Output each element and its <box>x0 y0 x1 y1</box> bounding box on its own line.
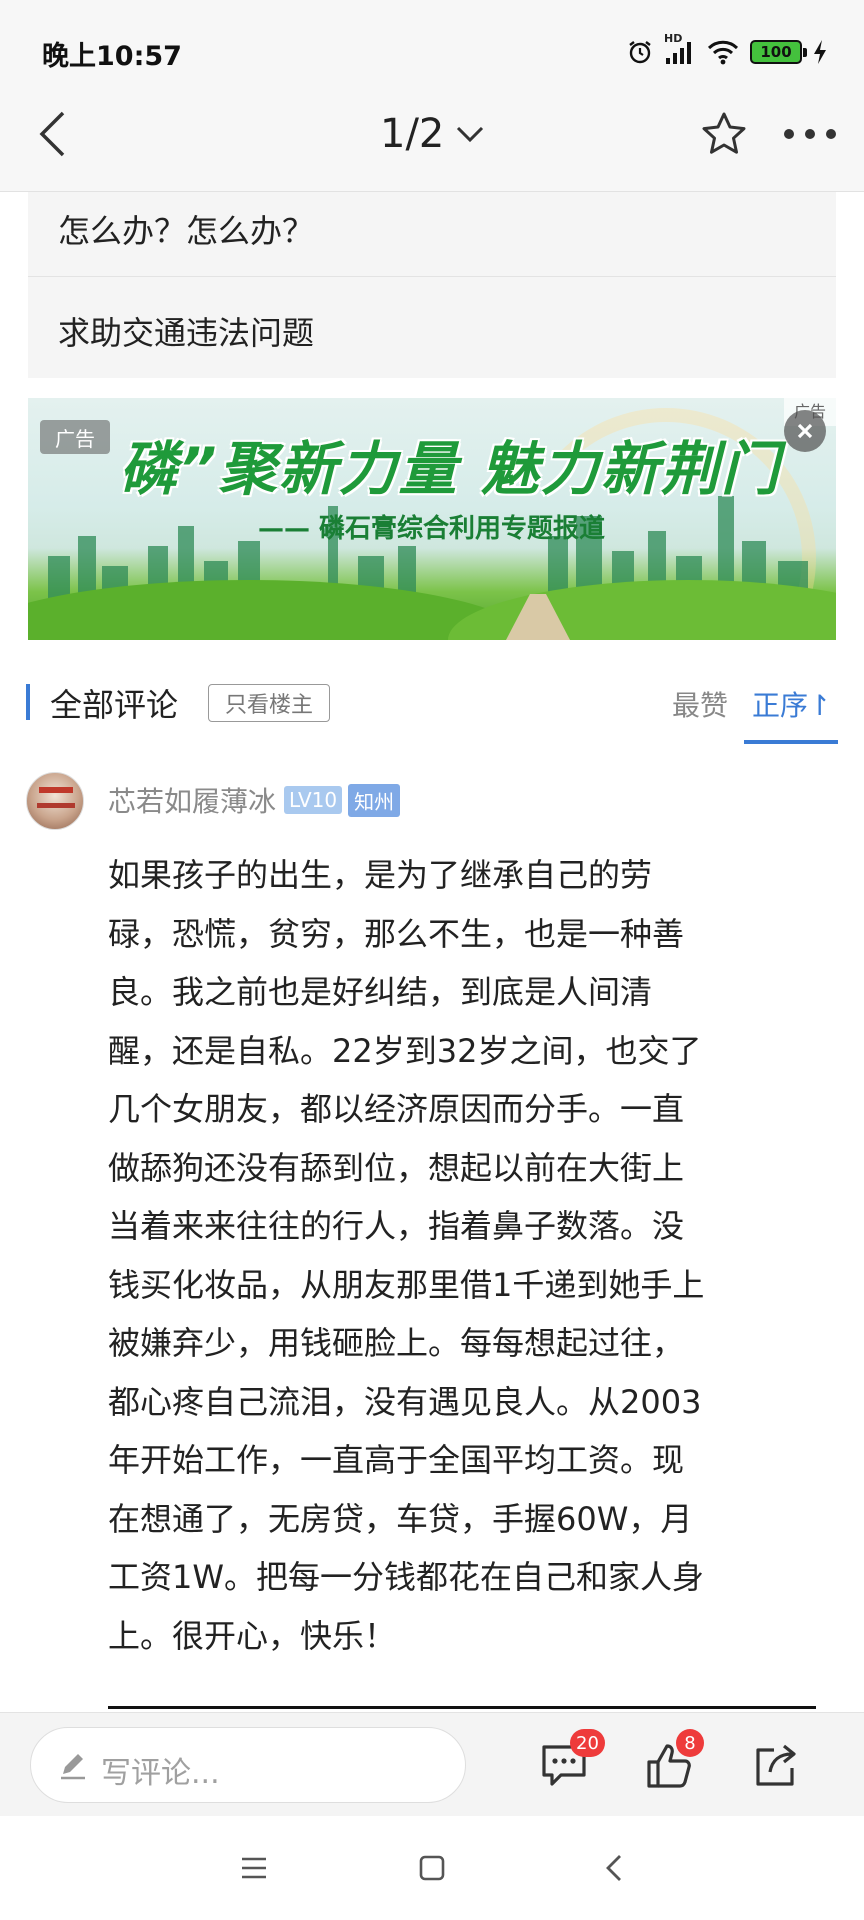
page-indicator-text: 1/2 <box>380 111 445 157</box>
comments-header: 全部评论 只看楼主 最赞 正序↾ <box>0 660 864 744</box>
close-icon <box>797 423 813 439</box>
top-nav: 1/2 <box>0 76 864 192</box>
status-time: 晚上10:57 <box>42 41 182 72</box>
signal-icon: HD <box>664 32 696 66</box>
page-indicator-dropdown[interactable]: 1/2 <box>380 106 484 162</box>
section-accent-bar <box>26 684 30 720</box>
level-badge: LV10 <box>284 786 343 814</box>
owner-only-button[interactable]: 只看楼主 <box>208 684 330 722</box>
comments-title: 全部评论 <box>50 686 179 724</box>
more-dots-icon <box>784 129 836 139</box>
chevron-left-icon <box>39 111 65 157</box>
home-button[interactable] <box>412 1848 452 1888</box>
bottom-action-bar: 写评论... 20 8 <box>0 1712 864 1816</box>
location-badge: 知州 <box>348 783 401 817</box>
comment-meta: 芯若如履薄冰 LV10 知州 <box>108 780 401 820</box>
comment-count-badge: 20 <box>570 1729 605 1757</box>
network-label: HD <box>664 32 683 45</box>
status-icons: HD 100 <box>626 32 828 70</box>
alarm-icon <box>626 38 654 66</box>
related-posts: 怎么办？怎么办？ 求助交通违法问题 <box>28 192 836 378</box>
back-arrow-icon <box>606 1855 621 1881</box>
battery-level: 100 <box>760 43 792 61</box>
divider <box>28 276 836 277</box>
ad-close-button[interactable] <box>784 410 826 452</box>
share-icon <box>756 1744 796 1786</box>
ad-banner[interactable]: 磷”聚新力量 魅力新荆门 —— 磷石膏综合利用专题报道 广告 广告 <box>28 398 836 640</box>
ad-subline: —— 磷石膏综合利用专题报道 <box>258 514 606 544</box>
menu-button[interactable] <box>234 1848 274 1888</box>
favorite-button[interactable] <box>696 106 752 162</box>
username[interactable]: 芯若如履薄冰 <box>108 780 276 820</box>
battery-indicator: 100 <box>750 40 807 64</box>
related-post-link[interactable]: 求助交通违法问题 <box>58 308 314 354</box>
star-icon <box>702 112 746 154</box>
like-count-badge: 8 <box>676 1729 704 1757</box>
active-sort-indicator <box>744 740 838 744</box>
comment-text: 如果孩子的出生，是为了继承自己的劳 碌，恐慌，贫穷，那么不生，也是一种善 良。我… <box>108 856 705 1655</box>
pencil-icon <box>61 1754 85 1780</box>
charging-icon <box>812 39 828 65</box>
avatar[interactable] <box>26 772 84 830</box>
home-square-icon <box>419 1855 445 1881</box>
comments-button[interactable]: 20 <box>536 1729 605 1793</box>
ad-label: 广告 <box>40 420 110 454</box>
write-comment-input[interactable]: 写评论... <box>30 1727 466 1803</box>
system-nav-bar <box>0 1816 864 1920</box>
system-back-button[interactable] <box>594 1848 634 1888</box>
more-options-button[interactable] <box>780 106 840 162</box>
sort-sequence-tab[interactable]: 正序↾ <box>752 684 831 724</box>
share-button[interactable] <box>748 1739 804 1793</box>
menu-lines-icon <box>242 1857 266 1879</box>
chevron-down-icon <box>457 126 484 143</box>
ad-headline: 磷”聚新力量 魅力新荆门 <box>119 435 781 503</box>
sort-most-liked-tab[interactable]: 最赞 <box>672 684 728 724</box>
status-bar: 晚上10:57 HD 100 <box>0 0 864 76</box>
divider <box>108 1706 816 1709</box>
wifi-icon <box>706 38 740 66</box>
related-post-link[interactable]: 怎么办？怎么办？ <box>58 206 314 252</box>
back-button[interactable] <box>22 102 82 166</box>
write-comment-placeholder: 写评论... <box>101 1756 220 1791</box>
like-button[interactable]: 8 <box>642 1729 704 1793</box>
